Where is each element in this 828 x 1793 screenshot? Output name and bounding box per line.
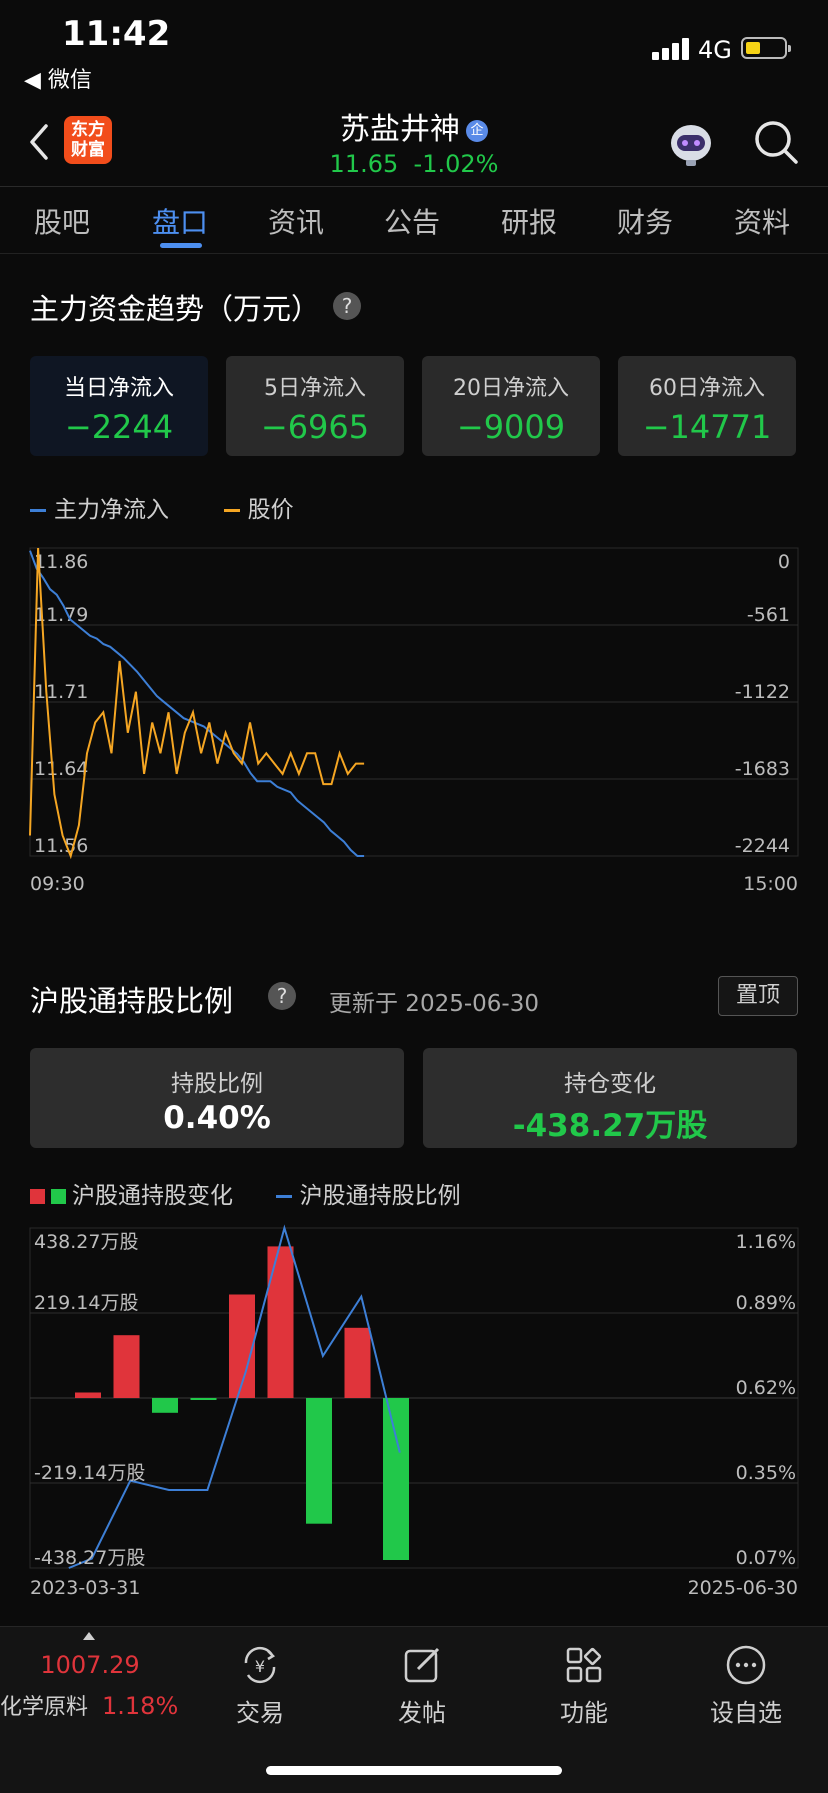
y-tick-right: -1683 [735,758,790,780]
post-button[interactable]: 发帖 [362,1643,482,1728]
y-tick-left: 11.64 [34,758,88,780]
hsgt-y-tick-left: 219.14万股 [34,1292,138,1314]
flow-section-title: 主力资金趋势（万元） [30,292,321,326]
sector-name[interactable]: 化学原料 1.18% [0,1689,178,1721]
enterprise-badge: 企 [466,119,488,142]
flow-card-today[interactable]: 当日净流入 −2244 [30,356,208,456]
active-tab-indicator [160,243,202,248]
hsgt-help-icon[interactable]: ? [268,982,296,1010]
flow-card-5d[interactable]: 5日净流入 −6965 [226,356,404,456]
flow-card-20d[interactable]: 20日净流入 −9009 [422,356,600,456]
back-to-wechat-link[interactable]: ◀ 微信 [24,62,92,94]
functions-button[interactable]: 功能 [524,1643,644,1728]
status-time: 11:42 [62,14,171,54]
updated-date: 更新于 2025-06-30 [329,991,539,1017]
tab-pankou[interactable]: 盘口 [152,201,208,241]
add-watchlist-button[interactable]: 设自选 [686,1643,806,1728]
sector-index-value[interactable]: 1007.29 [0,1651,180,1679]
svg-text:¥: ¥ [255,1657,265,1676]
tab-yanbao[interactable]: 研报 [501,201,557,241]
edit-post-icon [404,1647,440,1683]
bar-holding-change[interactable] [113,1335,140,1398]
bar-holding-change[interactable] [344,1327,371,1398]
home-indicator [266,1766,562,1775]
trade-button[interactable]: ¥ 交易 [200,1643,320,1728]
holding-change-card: 持仓变化 -438.27万股 [423,1048,797,1148]
hsgt-y-tick-right: 1.16% [736,1231,796,1253]
y-tick-right: -561 [747,604,790,626]
trade-icon: ¥ [244,1646,276,1684]
flow-help-icon[interactable]: ? [333,292,361,320]
hsgt-legend: 沪股通持股变化 沪股通持股比例 [30,1176,461,1210]
hsgt-y-tick-right: 0.35% [736,1462,796,1484]
hsgt-x-tick-start: 2023-03-31 [30,1577,140,1599]
hsgt-y-tick-left: -219.14万股 [34,1462,145,1484]
robot-assistant-icon[interactable] [666,118,716,168]
legend-price: 股价 [247,497,294,523]
flow-legend: 主力净流入 股价 [30,490,294,524]
battery-icon [741,37,791,59]
capital-flow-chart[interactable]: 11.8611.7911.7111.6411.560-561-1122-1683… [0,540,828,910]
tab-zixun[interactable]: 资讯 [268,201,324,241]
network-type: 4G [698,36,732,64]
pin-to-top-button[interactable]: 置顶 [718,976,798,1016]
y-tick-left: 11.71 [34,681,88,703]
x-tick-end: 15:00 [743,873,798,895]
hsgt-holding-chart[interactable]: 438.27万股 219.14万股 -219.14万股 -438.27万股 1.16% 0… [0,1220,828,1600]
tab-gonggao[interactable]: 公告 [384,201,440,241]
grid-apps-icon [566,1647,602,1683]
hsgt-y-tick-right: 0.62% [736,1377,796,1399]
hsgt-section-title: 沪股通持股比例 [30,984,234,1018]
bar-holding-change[interactable] [190,1398,217,1400]
hsgt-x-tick-end: 2025-06-30 [688,1577,798,1599]
hsgt-y-tick-right: 0.07% [736,1547,796,1569]
y-tick-right: -1122 [735,681,790,703]
holding-ratio-card: 持股比例 0.40% [30,1048,404,1148]
legend-line: 沪股通持股比例 [299,1183,461,1209]
legend-flow: 主力净流入 [54,497,169,523]
stock-tabs: 股吧 盘口 资讯 公告 研报 财务 资料 [0,187,828,254]
tab-guba[interactable]: 股吧 [34,201,90,241]
bar-holding-change[interactable] [152,1398,178,1413]
tab-ziliao[interactable]: 资料 [734,201,790,241]
hsgt-y-tick-right: 0.89% [736,1292,796,1314]
more-dots-icon [726,1645,766,1685]
tab-caiwu[interactable]: 财务 [617,201,673,241]
y-tick-right: -2244 [735,835,790,857]
hsgt-y-tick-left: -438.27万股 [34,1547,145,1569]
signal-icon [652,38,692,60]
bar-holding-change[interactable] [267,1246,294,1398]
hsgt-y-tick-left: 438.27万股 [34,1231,138,1253]
search-icon[interactable] [752,118,800,166]
expand-up-icon[interactable] [82,1631,96,1641]
y-tick-right: 0 [778,551,790,573]
legend-bar: 沪股通持股变化 [72,1183,233,1209]
y-tick-left: 11.86 [34,551,88,573]
x-tick-start: 09:30 [30,873,85,895]
bar-holding-change[interactable] [383,1398,409,1560]
stock-header: 东方 财富 苏盐井神企 11.65 -1.02% [0,100,828,187]
y-tick-left: 11.56 [34,835,88,857]
bar-holding-change[interactable] [75,1392,101,1399]
bar-holding-change[interactable] [306,1398,332,1524]
flow-card-60d[interactable]: 60日净流入 −14771 [618,356,796,456]
